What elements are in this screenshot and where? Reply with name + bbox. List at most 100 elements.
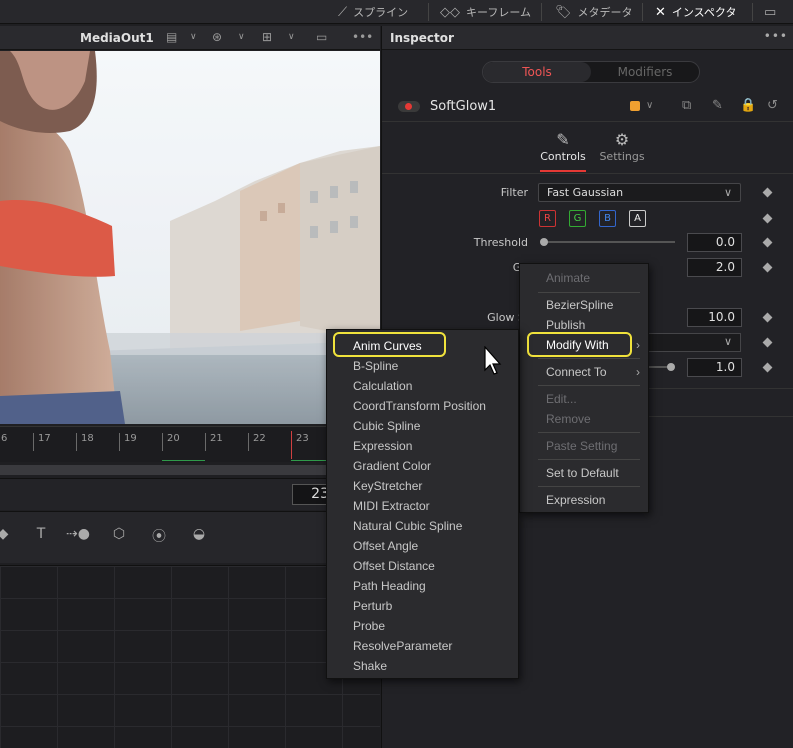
submenu-item-offset-angle[interactable]: Offset Angle xyxy=(327,536,518,556)
menu-item-bezierspline[interactable]: BezierSpline xyxy=(520,295,648,315)
keyframe-diamond-icon[interactable] xyxy=(762,237,773,248)
timeline-scrollbar[interactable] xyxy=(0,465,380,475)
menu-item-expression[interactable]: Expression xyxy=(520,490,648,510)
mouse-cursor-icon xyxy=(484,346,502,375)
toolbar-row: ◆ T ⇢● ⬡ ⦿ ◒ xyxy=(0,511,380,563)
viewer-header: MediaOut1 ▤ ∨ ⊛ ∨ ⊞ ∨ ▭ ••• xyxy=(0,26,380,50)
tab-tools[interactable]: Tools xyxy=(483,62,591,82)
keyframe-diamond-icon[interactable] xyxy=(762,362,773,373)
viewer-image[interactable] xyxy=(0,51,380,424)
spline-icon: ⟋ xyxy=(338,4,348,20)
gain-value[interactable]: 2.0 xyxy=(687,258,742,277)
spline-tab[interactable]: ⟋ スプライン xyxy=(338,0,408,24)
menu-item-set-to-default[interactable]: Set to Default xyxy=(520,463,648,483)
monitor-button[interactable]: ▭ xyxy=(764,0,776,24)
reset-icon[interactable]: ↺ xyxy=(767,98,778,113)
tab-controls[interactable]: ✎ Controls xyxy=(540,130,586,172)
keyframes-tab[interactable]: ◇◇ キーフレーム xyxy=(440,0,531,24)
roi-icon[interactable]: ▭ xyxy=(316,30,327,44)
apply-mode-dropdown[interactable]: ∨ xyxy=(637,333,741,352)
channel-g-toggle[interactable]: G xyxy=(569,210,586,227)
chevron-down-icon[interactable]: ∨ xyxy=(238,32,245,42)
submenu-item-perturb[interactable]: Perturb xyxy=(327,596,518,616)
submenu-item-resolveparameter[interactable]: ResolveParameter xyxy=(327,636,518,656)
lut-icon[interactable]: ▤ xyxy=(166,30,177,44)
submenu-item-natural-cubic-spline[interactable]: Natural Cubic Spline xyxy=(327,516,518,536)
keyframe-diamond-icon[interactable] xyxy=(762,187,773,198)
node-enable-toggle[interactable] xyxy=(398,101,420,112)
menu-item-paste-setting[interactable]: Paste Setting xyxy=(520,436,648,456)
inspector-title: Inspector xyxy=(390,31,454,45)
camera-tool-icon[interactable]: ⦿ xyxy=(148,526,170,546)
glow-size-value[interactable]: 10.0 xyxy=(687,308,742,327)
submenu-item-expression[interactable]: Expression xyxy=(327,436,518,456)
submenu-item-cubic-spline[interactable]: Cubic Spline xyxy=(327,416,518,436)
blend-value[interactable]: 1.0 xyxy=(687,358,742,377)
channel-a-toggle[interactable]: A xyxy=(629,210,646,227)
keyframe-diamond-icon[interactable] xyxy=(762,312,773,323)
more-options-icon[interactable]: ••• xyxy=(764,29,788,43)
monitor-icon: ▭ xyxy=(764,4,777,20)
text-tool-icon[interactable]: T xyxy=(30,526,52,546)
threshold-slider-knob[interactable] xyxy=(540,238,548,246)
threshold-slider[interactable] xyxy=(542,241,675,243)
merge-tool-icon[interactable]: ⇢● xyxy=(66,526,90,546)
ruler-tick: 22 xyxy=(248,433,266,451)
render-range-indicator xyxy=(291,460,331,461)
submenu-item-coordtransform-position[interactable]: CoordTransform Position xyxy=(327,396,518,416)
more-options-icon[interactable]: ••• xyxy=(352,30,373,44)
gain-label: Ga xyxy=(388,261,528,274)
ruler-tick: 20 xyxy=(162,433,180,451)
keyframe-diamond-icon[interactable] xyxy=(762,213,773,224)
blend-slider-knob[interactable] xyxy=(667,363,675,371)
menu-item-connect-to[interactable]: Connect To › xyxy=(520,362,648,382)
chevron-down-icon[interactable]: ∨ xyxy=(288,32,295,42)
keyframes-icon: ◇◇ xyxy=(440,4,460,20)
submenu-item-calculation[interactable]: Calculation xyxy=(327,376,518,396)
menu-item-remove[interactable]: Remove xyxy=(520,409,648,429)
anim-curves-highlight xyxy=(333,332,446,357)
ruler-tick: 6 xyxy=(0,433,7,451)
keyframe-diamond-icon[interactable] xyxy=(762,337,773,348)
lock-icon[interactable]: 🔒 xyxy=(740,98,756,113)
chevron-down-icon[interactable]: ∨ xyxy=(646,100,653,111)
node-graph[interactable] xyxy=(0,565,380,748)
threshold-value[interactable]: 0.0 xyxy=(687,233,742,252)
threshold-label: Threshold xyxy=(473,236,528,249)
submenu-item-probe[interactable]: Probe xyxy=(327,616,518,636)
pin-icon[interactable]: ✎ xyxy=(712,98,723,113)
renderer-tool-icon[interactable]: ◒ xyxy=(188,526,210,546)
tab-settings[interactable]: ⚙ Settings xyxy=(598,130,646,163)
keyframe-diamond-icon[interactable] xyxy=(762,262,773,273)
submenu-item-keystretcher[interactable]: KeyStretcher xyxy=(327,476,518,496)
viewer-title: MediaOut1 xyxy=(80,31,154,45)
submenu-item-path-heading[interactable]: Path Heading xyxy=(327,576,518,596)
versions-icon[interactable]: ⧉ xyxy=(682,98,691,113)
inspector-tab[interactable]: ✕ インスペクタ xyxy=(655,0,736,24)
color-channels-icon[interactable]: ⊛ xyxy=(212,30,222,44)
chevron-down-icon: ∨ xyxy=(723,335,732,348)
inspector-header: Inspector ••• xyxy=(382,26,793,50)
channel-b-toggle[interactable]: B xyxy=(599,210,616,227)
submenu-item-shake[interactable]: Shake xyxy=(327,656,518,676)
channel-r-toggle[interactable]: R xyxy=(539,210,556,227)
settings-icon: ⚙ xyxy=(614,130,630,149)
ruler-tick: 23 xyxy=(291,433,309,451)
node-color-swatch[interactable] xyxy=(630,101,640,111)
node-name[interactable]: SoftGlow1 xyxy=(430,99,496,114)
filter-dropdown[interactable]: Fast Gaussian ∨ xyxy=(538,183,741,202)
tab-modifiers[interactable]: Modifiers xyxy=(591,62,699,82)
submenu-item-midi-extractor[interactable]: MIDI Extractor xyxy=(327,496,518,516)
grid-icon[interactable]: ⊞ xyxy=(262,30,272,44)
timeline-ruler[interactable]: 6 17 18 19 20 21 22 23 xyxy=(0,426,380,462)
chevron-down-icon[interactable]: ∨ xyxy=(190,32,197,42)
3d-tool-icon[interactable]: ⬡ xyxy=(108,526,130,546)
submenu-item-gradient-color[interactable]: Gradient Color xyxy=(327,456,518,476)
playhead[interactable] xyxy=(291,431,292,459)
metadata-tab[interactable]: 🏷 メタデータ xyxy=(555,0,633,24)
modify-with-submenu: Anim Curves B-Spline Calculation CoordTr… xyxy=(326,329,519,679)
menu-item-animate[interactable]: Animate xyxy=(520,268,648,288)
submenu-item-offset-distance[interactable]: Offset Distance xyxy=(327,556,518,576)
tool-shape-icon[interactable]: ◆ xyxy=(0,526,14,546)
menu-item-edit[interactable]: Edit... xyxy=(520,389,648,409)
